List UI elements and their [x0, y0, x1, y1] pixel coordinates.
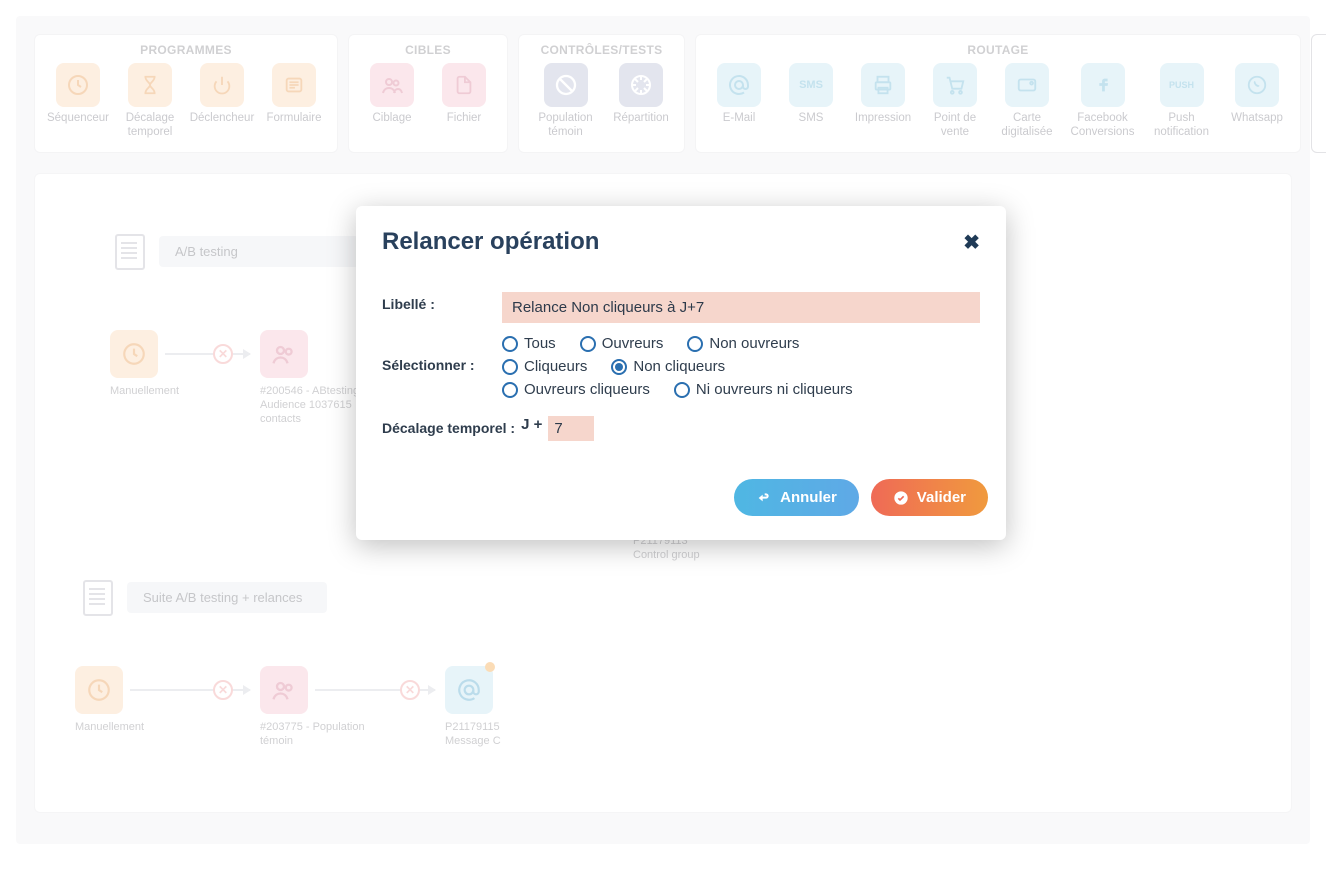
- label-jplus: J +: [521, 416, 542, 433]
- label-decalage: Décalage temporel :: [382, 416, 521, 436]
- cancel-button[interactable]: Annuler: [734, 479, 859, 516]
- radio-ouvreurs[interactable]: Ouvreurs: [580, 335, 664, 352]
- label-libelle: Libellé :: [382, 292, 502, 312]
- radio-ouvreurs-cliqueurs[interactable]: Ouvreurs cliqueurs: [502, 381, 650, 398]
- radio-ni-ouvreurs-ni-cliqueurs[interactable]: Ni ouvreurs ni cliqueurs: [674, 381, 853, 398]
- libelle-input[interactable]: [502, 292, 980, 323]
- close-icon[interactable]: ✖: [963, 230, 980, 255]
- check-circle-icon: [893, 490, 909, 506]
- relaunch-modal: Relancer opération ✖ Libellé : Sélection…: [356, 206, 1006, 540]
- radio-non-cliqueurs[interactable]: Non cliqueurs: [611, 358, 725, 375]
- radio-tous[interactable]: Tous: [502, 335, 556, 352]
- radio-non-ouvreurs[interactable]: Non ouvreurs: [687, 335, 799, 352]
- app-frame: PROGRAMMES Séquenceur Décalage temporel …: [16, 16, 1310, 844]
- toolbox-notes: NOTES Annotation: [1311, 34, 1326, 153]
- undo-icon: [756, 490, 772, 506]
- decalage-input[interactable]: [548, 416, 594, 441]
- modal-title: Relancer opération: [382, 228, 599, 256]
- radio-cliqueurs[interactable]: Cliqueurs: [502, 358, 587, 375]
- validate-button[interactable]: Valider: [871, 479, 988, 516]
- label-select: Sélectionner :: [382, 335, 502, 373]
